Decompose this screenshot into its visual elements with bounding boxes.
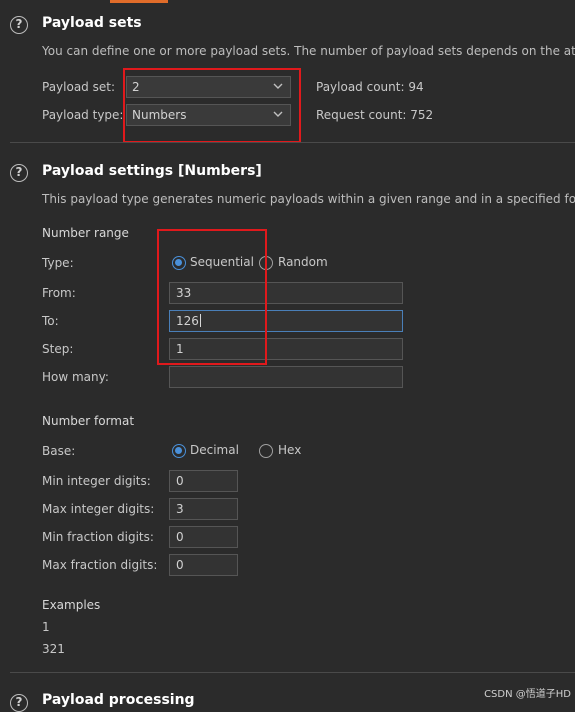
number-range-heading: Number range (42, 226, 129, 240)
section-divider (10, 672, 575, 673)
payload-type-label: Payload type: (42, 108, 124, 122)
highlight-box-payload-set (123, 68, 301, 143)
payload-count: Payload count: 94 (316, 80, 424, 94)
random-label: Random (278, 255, 328, 269)
active-tab-indicator (110, 0, 168, 3)
hex-radio[interactable] (259, 444, 273, 458)
section-divider (10, 142, 575, 143)
help-icon[interactable]: ? (10, 164, 28, 182)
step-label: Step: (42, 342, 74, 356)
min-fraction-digits-label: Min fraction digits: (42, 530, 154, 544)
highlight-box-number-range (157, 229, 267, 365)
to-label: To: (42, 314, 59, 328)
from-label: From: (42, 286, 76, 300)
payload-sets-description: You can define one or more payload sets.… (42, 44, 575, 58)
decimal-label: Decimal (190, 443, 239, 457)
help-icon[interactable]: ? (10, 16, 28, 34)
section-title-payload-sets: Payload sets (42, 15, 142, 31)
how-many-input[interactable] (169, 366, 403, 388)
how-many-label: How many: (42, 370, 109, 384)
max-fraction-digits-input[interactable]: 0 (169, 554, 238, 576)
min-fraction-digits-input[interactable]: 0 (169, 526, 238, 548)
base-label: Base: (42, 444, 76, 458)
section-title-payload-processing: Payload processing (42, 692, 195, 708)
max-fraction-digits-label: Max fraction digits: (42, 558, 158, 572)
example-item: 1 (42, 620, 50, 634)
examples-heading: Examples (42, 598, 101, 612)
hex-label: Hex (278, 443, 302, 457)
help-icon[interactable]: ? (10, 694, 28, 712)
payload-settings-description: This payload type generates numeric payl… (42, 192, 575, 206)
min-integer-digits-label: Min integer digits: (42, 474, 151, 488)
request-count: Request count: 752 (316, 108, 434, 122)
range-type-label: Type: (42, 256, 74, 270)
min-integer-digits-input[interactable]: 0 (169, 470, 238, 492)
section-title-payload-settings: Payload settings [Numbers] (42, 163, 262, 179)
max-integer-digits-input[interactable]: 3 (169, 498, 238, 520)
decimal-radio[interactable] (172, 444, 186, 458)
example-item: 321 (42, 642, 65, 656)
payload-set-label: Payload set: (42, 80, 115, 94)
number-format-heading: Number format (42, 414, 135, 428)
watermark: CSDN @悟道子HD (484, 689, 571, 700)
max-integer-digits-label: Max integer digits: (42, 502, 155, 516)
